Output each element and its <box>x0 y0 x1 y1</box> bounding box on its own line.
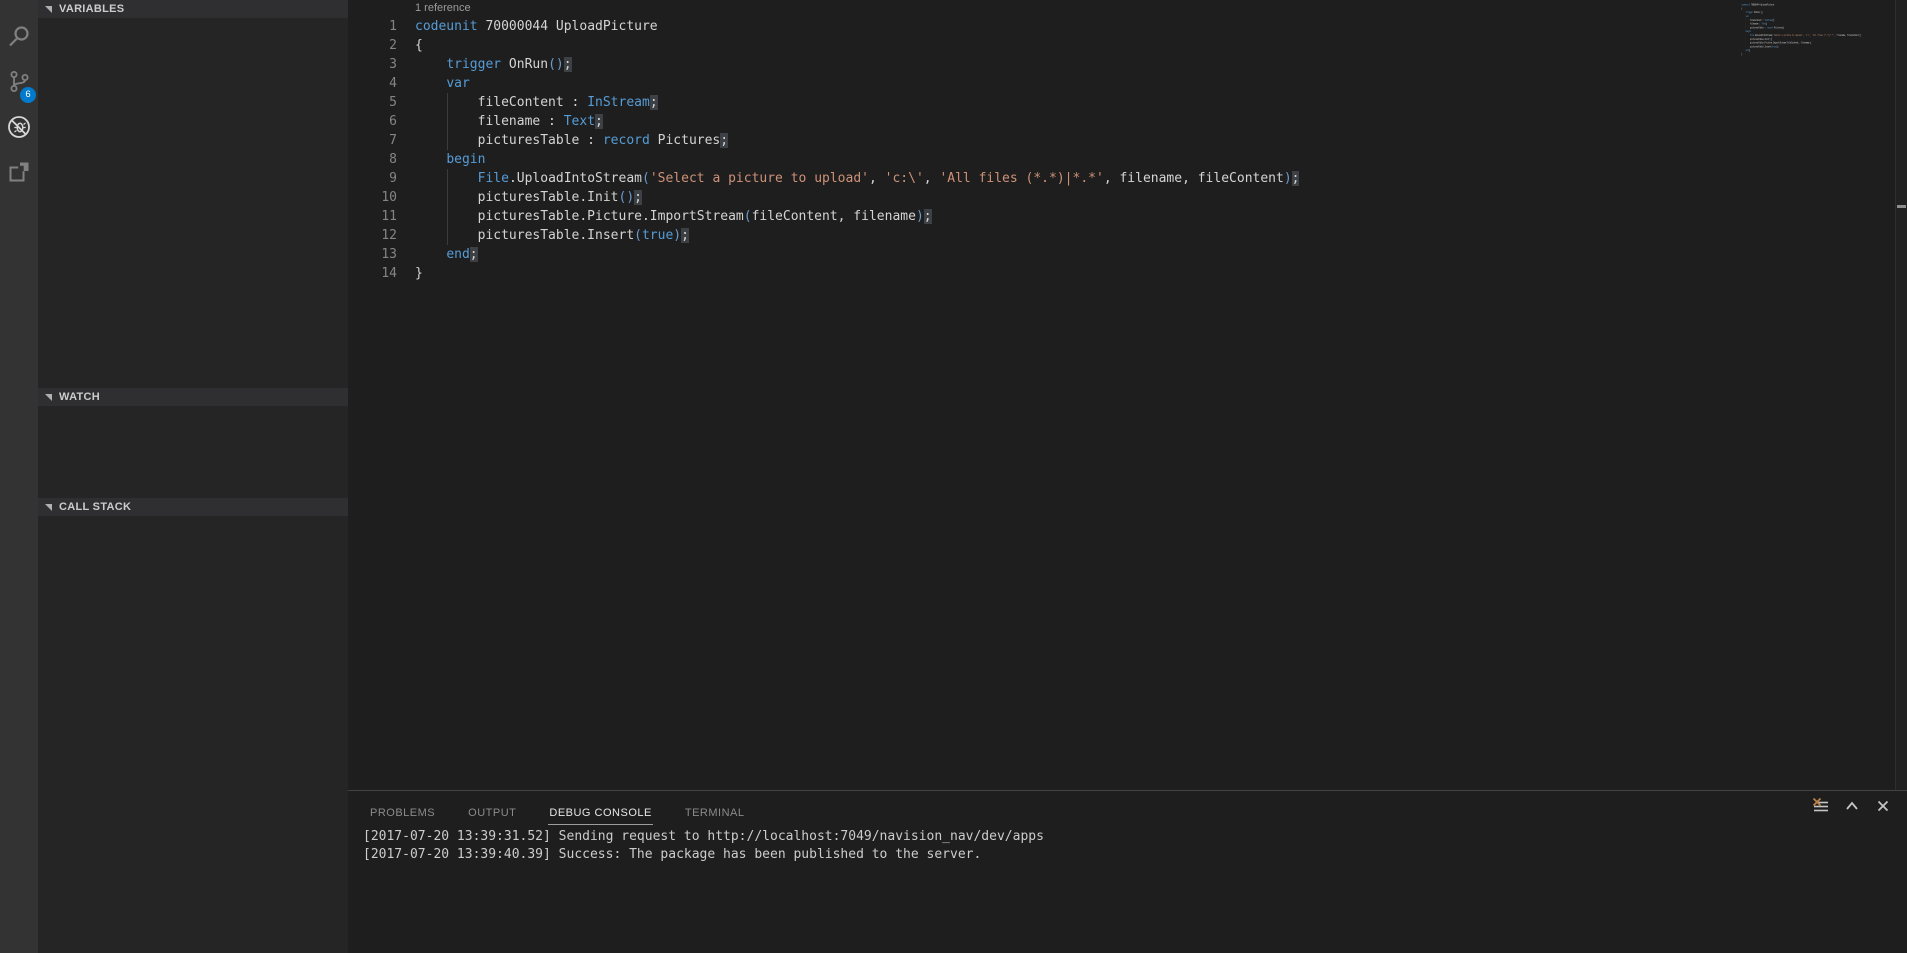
panel-actions <box>1811 798 1893 818</box>
indent-guide <box>447 112 448 131</box>
line-number: 7 <box>348 131 397 150</box>
section-label: WATCH <box>59 391 100 403</box>
code-line[interactable]: 14} <box>348 264 1907 283</box>
panel-tab-debug-console[interactable]: DEBUG CONSOLE <box>548 797 652 825</box>
section-header-watch[interactable]: WATCH <box>38 388 348 406</box>
activity-bar: 6 <box>0 0 38 953</box>
panel-tab-problems[interactable]: PROBLEMS <box>369 797 436 825</box>
line-number: 6 <box>348 112 397 131</box>
code-line[interactable]: 12 picturesTable.Insert(true); <box>348 226 1907 245</box>
clear-console-icon <box>1812 797 1830 820</box>
collapse-triangle-icon <box>45 6 52 13</box>
search-icon <box>6 24 32 50</box>
debug-sidebar: VARIABLES WATCH CALL STACK <box>38 0 348 953</box>
line-number: 5 <box>348 93 397 112</box>
panel-tab-bar: PROBLEMS OUTPUT DEBUG CONSOLE TERMINAL <box>348 791 1907 825</box>
section-label: CALL STACK <box>59 501 131 513</box>
code-line[interactable]: 7 picturesTable : record Pictures; <box>348 131 1907 150</box>
code-area: 1codeunit 70000044 UploadPicture2{3 trig… <box>348 17 1907 283</box>
console-line: [2017-07-20 13:39:40.39] Success: The pa… <box>363 846 1907 864</box>
collapse-triangle-icon <box>45 394 52 401</box>
code-line[interactable]: 5 fileContent : InStream; <box>348 93 1907 112</box>
line-number: 2 <box>348 36 397 55</box>
code-line[interactable]: 13 end; <box>348 245 1907 264</box>
line-number: 14 <box>348 264 397 283</box>
code-line[interactable]: 9 File.UploadIntoStream('Select a pictur… <box>348 169 1907 188</box>
code-line[interactable]: 6 filename : Text; <box>348 112 1907 131</box>
chevron-up-icon <box>1844 798 1860 819</box>
activity-item-debug[interactable] <box>0 104 38 149</box>
bottom-panel: PROBLEMS OUTPUT DEBUG CONSOLE TERMINAL <box>348 790 1907 953</box>
code-line[interactable]: 4 var <box>348 74 1907 93</box>
source-control-badge: 6 <box>20 87 36 103</box>
section-header-variables[interactable]: VARIABLES <box>38 0 348 18</box>
collapse-triangle-icon <box>45 504 52 511</box>
code-line[interactable]: 8 begin <box>348 150 1907 169</box>
indent-guide <box>447 226 448 245</box>
indent-guide <box>447 131 448 150</box>
minimap-content: codeunit 70000044 UploadPicture{ trigger… <box>1739 3 1890 56</box>
debug-icon <box>6 114 32 140</box>
minimap[interactable]: codeunit 70000044 UploadPicture{ trigger… <box>1739 3 1891 69</box>
line-number: 12 <box>348 226 397 245</box>
indent-guide <box>447 188 448 207</box>
line-number: 8 <box>348 150 397 169</box>
overview-ruler-marker <box>1897 205 1906 208</box>
indent-guide <box>447 207 448 226</box>
code-line[interactable]: 10 picturesTable.Init(); <box>348 188 1907 207</box>
indent-guide <box>447 169 448 188</box>
panel-tab-terminal[interactable]: TERMINAL <box>684 797 746 825</box>
activity-item-source-control[interactable]: 6 <box>0 59 38 104</box>
clear-console-button[interactable] <box>1811 798 1831 818</box>
code-line: } <box>1739 52 1890 56</box>
maximize-panel-button[interactable] <box>1842 798 1862 818</box>
line-number: 10 <box>348 188 397 207</box>
activity-item-extensions[interactable] <box>0 149 38 194</box>
code-line[interactable]: 2{ <box>348 36 1907 55</box>
debug-console-output: [2017-07-20 13:39:31.52] Sending request… <box>348 825 1907 864</box>
codelens-references[interactable]: 1 reference <box>348 0 1907 17</box>
extensions-icon <box>6 159 32 185</box>
code-line[interactable]: 3 trigger OnRun(); <box>348 55 1907 74</box>
vscode-window: { "activity_bar": { "items": [ { "label"… <box>0 0 1907 953</box>
line-number: 4 <box>348 74 397 93</box>
line-number: 13 <box>348 245 397 264</box>
panel-tab-output[interactable]: OUTPUT <box>467 797 517 825</box>
indent-guide <box>447 93 448 112</box>
section-header-call-stack[interactable]: CALL STACK <box>38 498 348 516</box>
line-number: 1 <box>348 17 397 36</box>
console-line: [2017-07-20 13:39:31.52] Sending request… <box>363 828 1907 846</box>
editor: 1 reference 1codeunit 70000044 UploadPic… <box>348 0 1907 790</box>
code-line[interactable]: 11 picturesTable.Picture.ImportStream(fi… <box>348 207 1907 226</box>
code-line[interactable]: 1codeunit 70000044 UploadPicture <box>348 17 1907 36</box>
close-icon <box>1876 799 1890 818</box>
close-panel-button[interactable] <box>1873 798 1893 818</box>
line-number: 9 <box>348 169 397 188</box>
activity-item-search[interactable] <box>0 14 38 59</box>
editor-scrollbar[interactable] <box>1895 0 1907 790</box>
line-number: 3 <box>348 55 397 74</box>
section-label: VARIABLES <box>59 3 124 15</box>
line-number: 11 <box>348 207 397 226</box>
